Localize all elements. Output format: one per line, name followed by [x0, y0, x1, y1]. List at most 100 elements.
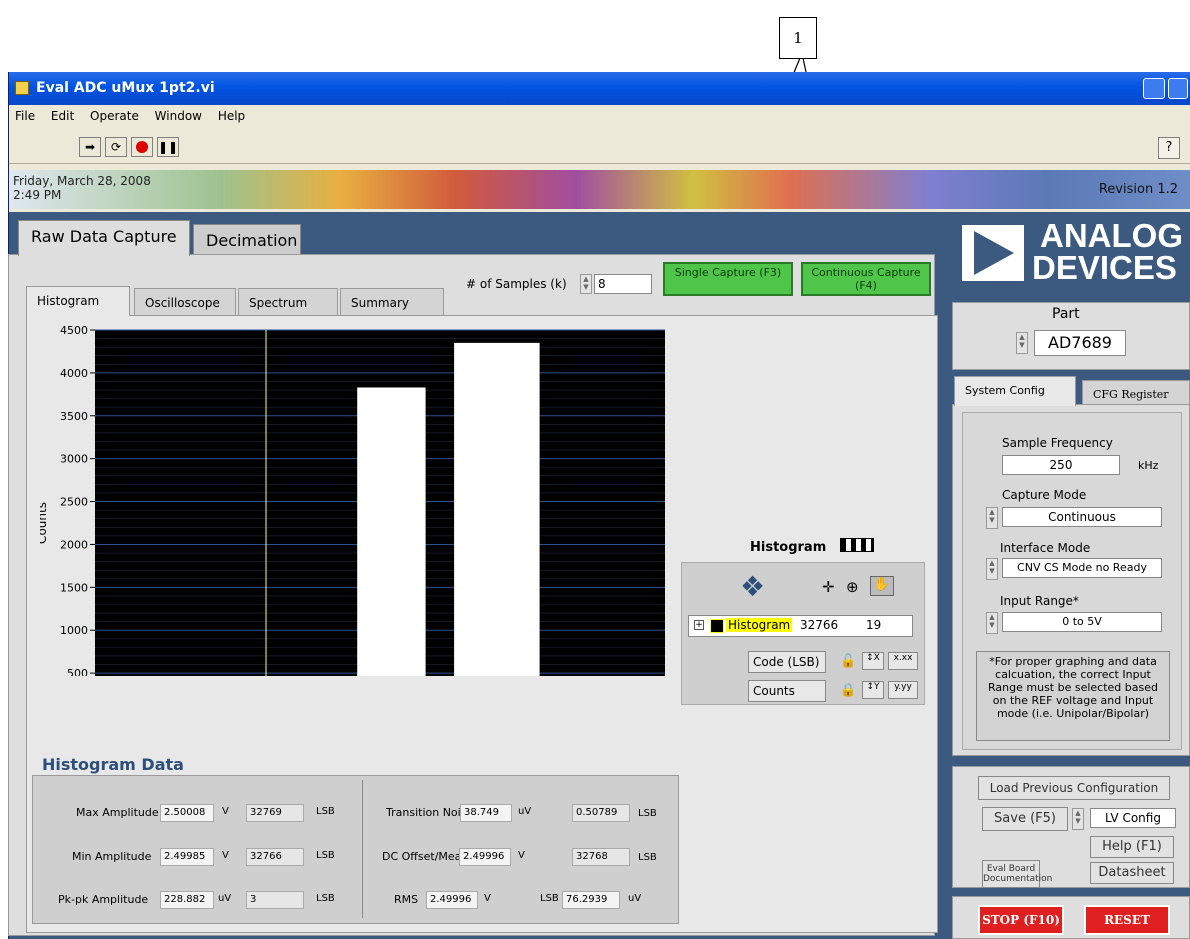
tab-system-config[interactable]: System Config	[954, 376, 1076, 406]
y-autoscale-icon[interactable]: ↕Y	[862, 681, 884, 699]
minimize-button[interactable]	[1143, 78, 1165, 99]
data-divider	[362, 780, 363, 918]
pause-icon[interactable]: ❚❚	[157, 137, 179, 157]
x-axis-name-field[interactable]: Code (LSB)	[748, 651, 826, 673]
banner-time: 2:49 PM	[13, 188, 62, 202]
hd-right-value-field: 2.49996	[426, 891, 478, 909]
title-bar: Eval ADC uMux 1pt2.vi	[9, 72, 1190, 105]
histogram-data-title: Histogram Data	[42, 755, 184, 774]
hd-code-field: 3	[246, 891, 304, 909]
y-tick-label: 1000	[60, 624, 88, 637]
y-tick-label: 4500	[60, 324, 88, 337]
interface-mode-select[interactable]: CNV CS Mode no Ready	[1002, 558, 1162, 578]
menu-window[interactable]: Window	[155, 109, 202, 123]
histogram-chart[interactable]: 0500100015002000250030003500400045003276…	[40, 246, 680, 676]
continuous-capture-button[interactable]: Continuous Capture (F4)	[801, 262, 931, 296]
logo-text-devices: DEVICES	[1032, 249, 1177, 286]
pan-tool-icon[interactable]: ✋	[870, 576, 894, 596]
y-axis-name-field[interactable]: Counts	[748, 680, 826, 702]
hd-right-unit: V	[518, 850, 525, 861]
subtab-histogram[interactable]: Histogram	[26, 286, 130, 316]
y-lock-icon[interactable]: 🔒	[840, 683, 856, 698]
y-tick-label: 1500	[60, 581, 88, 594]
hd-right-unit: V	[484, 893, 491, 904]
load-previous-config-button[interactable]: Load Previous Configuration	[978, 776, 1170, 800]
part-spinner[interactable]: ▲ ▼	[1016, 332, 1028, 354]
hd-right-code-unit: LSB	[638, 808, 657, 819]
hd-unit: V	[222, 806, 229, 817]
interface-mode-label: Interface Mode	[1000, 541, 1091, 555]
abort-icon[interactable]	[131, 137, 153, 157]
expand-icon[interactable]: +	[694, 620, 704, 630]
save-button[interactable]: Save (F5)	[982, 807, 1068, 831]
hd-unit: V	[222, 850, 229, 861]
capture-mode-label: Capture Mode	[1002, 488, 1087, 502]
hd-right-unit: uV	[518, 806, 532, 817]
part-label: Part	[1052, 306, 1080, 322]
tab-raw-data-capture[interactable]: Raw Data Capture	[18, 220, 190, 256]
config-name-spinner[interactable]: ▲ ▼	[1072, 808, 1084, 830]
analog-devices-logo: ANALOG DEVICES	[952, 219, 1190, 290]
config-name-select[interactable]: LV Config	[1090, 808, 1176, 828]
hd-right-code-field: 76.2939	[562, 891, 620, 909]
legend-title: Histogram	[750, 540, 827, 555]
callout-label: 1	[779, 17, 817, 59]
logo-triangle-icon	[962, 225, 1024, 281]
menu-bar: File Edit Operate Window Help	[9, 105, 1190, 129]
menu-file[interactable]: File	[15, 109, 35, 123]
y-tick-label: 2000	[60, 538, 88, 551]
capture-mode-select[interactable]: Continuous	[1002, 507, 1162, 527]
hd-code-unit: LSB	[316, 893, 335, 904]
zoom-tool-icon[interactable]: ⊕	[846, 578, 859, 596]
single-capture-button[interactable]: Single Capture (F3)	[663, 262, 793, 296]
hd-label: Max Amplitude	[76, 806, 159, 819]
y-format-icon[interactable]: y.yy	[888, 681, 918, 699]
banner: Friday, March 28, 2008 2:49 PM Revision …	[9, 170, 1190, 209]
histogram-bar	[357, 387, 426, 676]
help-button[interactable]: Help (F1)	[1090, 836, 1174, 858]
hd-code-field: 32769	[246, 804, 304, 822]
y-tick-label: 4000	[60, 367, 88, 380]
x-lock-icon[interactable]: 🔓	[840, 654, 856, 669]
x-format-icon[interactable]: x.xx	[888, 652, 918, 670]
menu-help[interactable]: Help	[218, 109, 245, 123]
maximize-button[interactable]	[1168, 78, 1188, 99]
capture-mode-spinner[interactable]: ▲ ▼	[986, 507, 998, 529]
hd-label: Min Amplitude	[72, 850, 152, 863]
y-tick-label: 500	[67, 667, 88, 676]
datasheet-button[interactable]: Datasheet	[1090, 862, 1174, 884]
hd-value-field: 228.882	[160, 891, 214, 909]
input-range-spinner[interactable]: ▲ ▼	[986, 612, 998, 634]
run-arrow-icon[interactable]: ➡	[79, 137, 101, 157]
run-continuous-icon[interactable]: ⟳	[105, 137, 127, 157]
menu-edit[interactable]: Edit	[51, 109, 74, 123]
sample-frequency-input[interactable]: 250	[1002, 455, 1120, 475]
hd-right-label: RMS	[394, 893, 419, 906]
hd-value-field: 2.49985	[160, 848, 214, 866]
reset-button[interactable]: RESET	[1084, 905, 1170, 935]
eval-board-doc-button[interactable]: Eval Board Documentation	[982, 860, 1052, 888]
cursor-tool-icon[interactable]: ✛	[822, 578, 835, 596]
part-selector[interactable]: AD7689	[1034, 330, 1126, 356]
hd-right-value-field: 38.749	[460, 804, 512, 822]
hd-right-pre-unit: LSB	[540, 893, 559, 904]
hd-right-code-field: 32768	[572, 848, 630, 866]
banner-datetime: Friday, March 28, 2008 2:49 PM	[13, 174, 151, 202]
help-context-icon[interactable]: ?	[1158, 137, 1180, 159]
hd-right-code-unit: uV	[628, 893, 642, 904]
plot-legend-icon[interactable]	[840, 538, 874, 552]
input-range-select[interactable]: 0 to 5V	[1002, 612, 1162, 632]
y-axis-label: Counts	[40, 502, 49, 544]
hd-label: Pk-pk Amplitude	[58, 893, 149, 906]
vi-icon	[15, 81, 29, 95]
tab-cfg-register[interactable]: CFG Register	[1082, 380, 1190, 406]
cursor-mover-icon[interactable]: ❖	[740, 570, 765, 603]
window-title: Eval ADC uMux 1pt2.vi	[36, 80, 215, 96]
y-tick-label: 3500	[60, 410, 88, 423]
menu-operate[interactable]: Operate	[90, 109, 139, 123]
x-autoscale-icon[interactable]: ↕X	[862, 652, 884, 670]
hd-right-label: DC Offset/Mean	[382, 850, 469, 863]
stop-button[interactable]: STOP (F10)	[978, 905, 1064, 935]
interface-mode-spinner[interactable]: ▲ ▼	[986, 558, 998, 580]
y-tick-label: 2500	[60, 496, 88, 509]
